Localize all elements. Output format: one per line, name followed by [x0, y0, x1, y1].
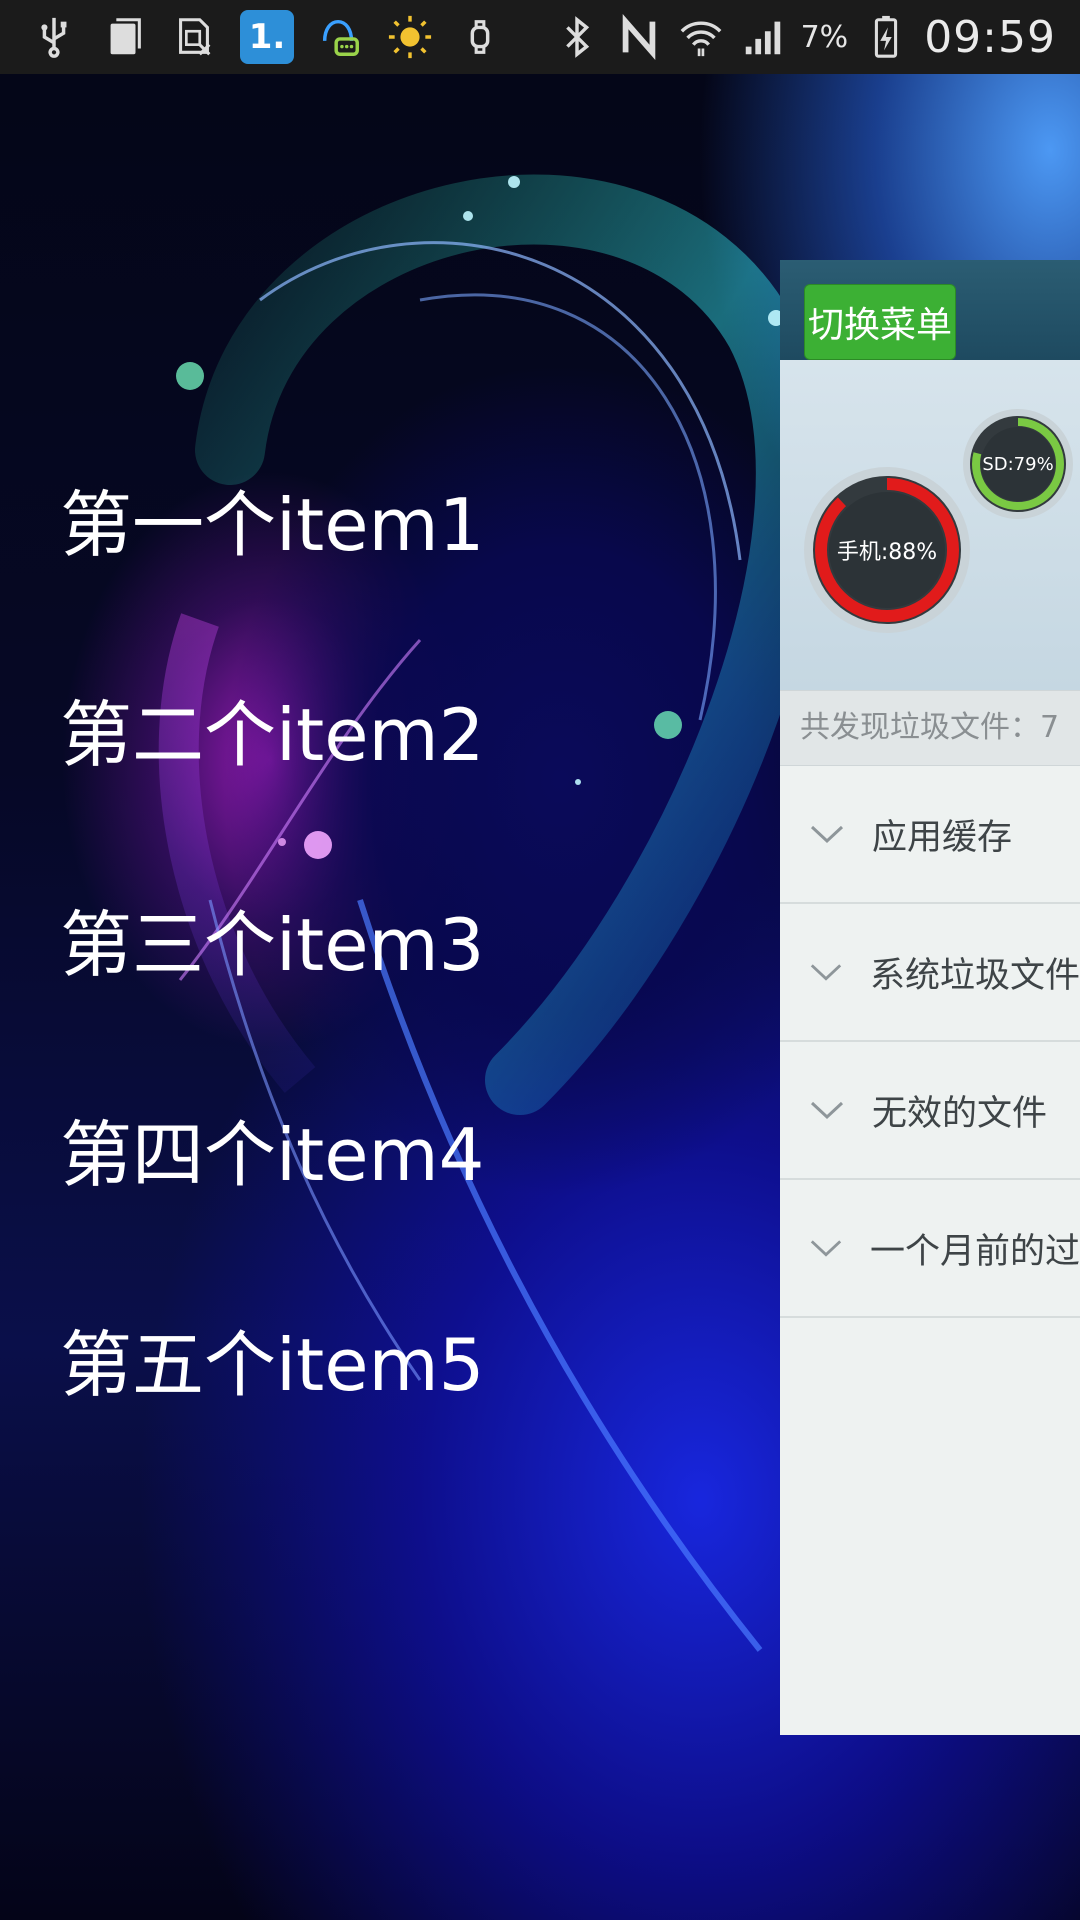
phone-storage-label: 手机:88% — [836, 540, 938, 565]
menu-item-3[interactable]: 第三个item3 — [60, 840, 484, 1050]
wifi-icon — [677, 13, 725, 61]
clock: 09:59 — [924, 11, 1056, 63]
toggle-menu-button[interactable]: 切换菜单 — [804, 284, 956, 360]
category-label: 无效的文件 — [872, 1093, 1048, 1134]
side-menu: 第一个item1 第二个item2 第三个item3 第四个item4 第五个i… — [60, 483, 484, 1470]
category-label: 一个月前的过 — [869, 1231, 1080, 1272]
chevron-down-icon — [810, 1240, 842, 1257]
menu-item-5[interactable]: 第五个item5 — [60, 1260, 484, 1470]
chevron-down-icon — [810, 1101, 844, 1120]
panel-header: 切换菜单 — [780, 260, 1080, 360]
menu-item-4[interactable]: 第四个item4 — [60, 1050, 484, 1260]
nfc-icon — [615, 13, 663, 61]
sun-icon — [386, 13, 434, 61]
signal-icon — [739, 13, 787, 61]
category-invalid-files[interactable]: 无效的文件 — [780, 1042, 1080, 1180]
bluetooth-icon — [553, 13, 601, 61]
chevron-down-icon — [810, 825, 844, 844]
battery-percent: 7% — [800, 19, 849, 55]
content-panel[interactable]: 切换菜单 手机:88% SD:79% 共发现垃圾文件：7 应用缓存 系统垃圾文件… — [780, 260, 1080, 1735]
phone-storage-gauge: 手机:88% — [802, 465, 972, 635]
badge-1-icon: 1. — [240, 10, 294, 64]
category-old-files[interactable]: 一个月前的过 — [780, 1180, 1080, 1318]
chevron-down-icon — [810, 964, 842, 981]
chat-bubble-icon — [316, 13, 364, 61]
system-icons: 7% 09:59 — [553, 12, 1080, 63]
menu-item-1[interactable]: 第一个item1 — [60, 420, 484, 630]
menu-item-2[interactable]: 第二个item2 — [60, 630, 484, 840]
junk-summary: 共发现垃圾文件：7 — [780, 690, 1080, 766]
sim-off-icon — [170, 13, 218, 61]
sd-storage-label: SD:79% — [982, 453, 1054, 475]
watch-icon — [456, 13, 504, 61]
category-app-cache[interactable]: 应用缓存 — [780, 766, 1080, 904]
status-bar: 1. 7% 09:59 — [0, 0, 1080, 74]
battery-charging-icon — [862, 13, 910, 61]
category-label: 应用缓存 — [872, 817, 1013, 858]
clipboard-icon — [100, 13, 148, 61]
usb-icon — [30, 13, 78, 61]
sd-storage-gauge: SD:79% — [962, 408, 1074, 520]
category-label: 系统垃圾文件 — [869, 955, 1080, 996]
notification-icons: 1. — [0, 10, 504, 64]
category-system-junk[interactable]: 系统垃圾文件 — [780, 904, 1080, 1042]
storage-gauges: 手机:88% SD:79% — [780, 360, 1080, 690]
